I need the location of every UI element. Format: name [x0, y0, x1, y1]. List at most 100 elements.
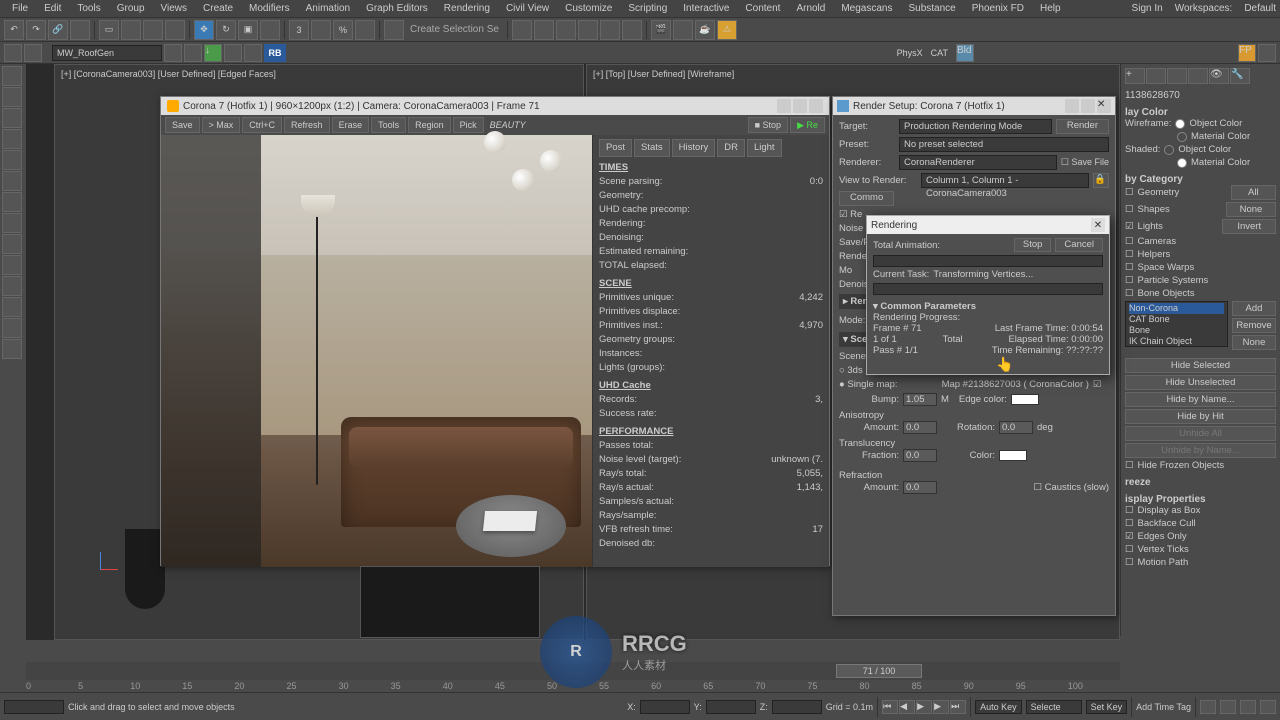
fb-close-button[interactable]	[809, 99, 823, 113]
cmd-lights-check[interactable]: Lights	[1138, 221, 1163, 232]
menu-content[interactable]: Content	[737, 3, 788, 14]
goto-start-button[interactable]: ⏮	[882, 700, 898, 714]
fb-titlebar[interactable]: Corona 7 (Hotfix 1) | 960×1200px (1:2) |…	[161, 97, 829, 115]
rs-titlebar[interactable]: Render Setup: Corona 7 (Hotfix 1) ✕	[833, 97, 1115, 115]
rs-rotation-spinner[interactable]: 0.0	[999, 421, 1033, 434]
menu-animation[interactable]: Animation	[298, 3, 358, 14]
aux-btn-4[interactable]	[184, 44, 202, 62]
menu-help[interactable]: Help	[1032, 3, 1069, 14]
rs-trans-color-swatch[interactable]	[999, 450, 1027, 461]
cmd-wf-mat-radio[interactable]	[1177, 132, 1187, 142]
rs-preset-dropdown[interactable]: No preset selected	[899, 137, 1109, 152]
cmd-unhide-all-button[interactable]: Unhide All	[1125, 426, 1276, 441]
cmd-freeze-h[interactable]: reeze	[1125, 477, 1276, 488]
aux-btn-6[interactable]	[224, 44, 242, 62]
vtool-3[interactable]	[2, 108, 22, 128]
menu-rendering[interactable]: Rendering	[436, 3, 498, 14]
aux-btn-5[interactable]: ↓	[204, 44, 222, 62]
vtool-11[interactable]	[2, 276, 22, 296]
render-frame-button[interactable]	[673, 20, 693, 40]
vtool-6[interactable]	[2, 171, 22, 191]
select-rotate-button[interactable]: ↻	[216, 20, 236, 40]
auto-key-button[interactable]: Auto Key	[975, 700, 1022, 714]
menu-phoenix-fd[interactable]: Phoenix FD	[964, 3, 1032, 14]
menu-group[interactable]: Group	[109, 3, 153, 14]
rs-renderer-dropdown[interactable]: CoronaRenderer	[899, 155, 1057, 170]
goto-end-button[interactable]: ⏭	[950, 700, 966, 714]
fb-tab-history[interactable]: History	[672, 139, 716, 157]
nav-max-button[interactable]	[1260, 700, 1276, 714]
bld-button[interactable]: Bld	[956, 44, 974, 62]
cmd-bone-check[interactable]: Bone Objects	[1138, 288, 1195, 299]
cmd-edges-only-check[interactable]: Edges Only	[1138, 531, 1187, 542]
cmd-tab-create[interactable]: +	[1125, 68, 1145, 84]
rs-target-dropdown[interactable]: Production Rendering Mode	[899, 119, 1052, 134]
menu-edit[interactable]: Edit	[36, 3, 69, 14]
cmd-hide-selected-button[interactable]: Hide Selected	[1125, 358, 1276, 373]
menu-views[interactable]: Views	[153, 3, 196, 14]
rs-map-check[interactable]: ☑	[1093, 379, 1102, 390]
viewport-bottom-preview[interactable]	[360, 566, 540, 638]
cmd-hide-frozen-check[interactable]: Hide Frozen Objects	[1138, 460, 1225, 471]
coord-z-input[interactable]	[772, 700, 822, 714]
cmd-backface-check[interactable]: Backface Cull	[1138, 518, 1196, 529]
prog-stop-button[interactable]: Stop	[1014, 238, 1052, 252]
fb-tab-light[interactable]: Light	[747, 139, 782, 157]
undo-button[interactable]: ↶	[4, 20, 24, 40]
spinner-snap-button[interactable]	[355, 20, 375, 40]
prog-cancel-button[interactable]: Cancel	[1055, 238, 1103, 252]
maxscript-listener[interactable]	[4, 700, 64, 714]
cmd-sh-obj-radio[interactable]	[1164, 145, 1174, 155]
rs-single-map-radio[interactable]: Single map:	[847, 379, 897, 390]
angle-snap-button[interactable]	[311, 20, 331, 40]
vtool-14[interactable]	[2, 339, 22, 359]
cmd-all-button[interactable]: All	[1231, 185, 1276, 200]
prog-common-params-h[interactable]: ▾ Common Parameters	[873, 301, 1103, 312]
physx-label[interactable]: PhysX	[897, 48, 923, 58]
cmd-tab-utilities[interactable]: 🔧	[1230, 68, 1250, 84]
cmd-hide-unselected-button[interactable]: Hide Unselected	[1125, 375, 1276, 390]
menu-interactive[interactable]: Interactive	[675, 3, 737, 14]
cmd-unhide-by-name-button[interactable]: Unhide by Name...	[1125, 443, 1276, 458]
cmd-motion-path-check[interactable]: Motion Path	[1138, 557, 1189, 568]
set-key-button[interactable]: Set Key	[1086, 700, 1128, 714]
fb-erase-button[interactable]: Erase	[332, 117, 370, 133]
rs-caustics-check[interactable]: Caustics (slow)	[1045, 482, 1109, 493]
vtool-13[interactable]	[2, 318, 22, 338]
vtool-10[interactable]	[2, 255, 22, 275]
select-scale-button[interactable]: ▣	[238, 20, 258, 40]
nav-zoom-button[interactable]	[1220, 700, 1236, 714]
fb-tab-post[interactable]: Post	[599, 139, 632, 157]
cmd-spacewarps-check[interactable]: Space Warps	[1138, 262, 1195, 273]
aux-btn-3[interactable]	[164, 44, 182, 62]
fb-pass-dropdown[interactable]: BEAUTY	[486, 120, 746, 130]
menu-customize[interactable]: Customize	[557, 3, 620, 14]
vtool-4[interactable]	[2, 129, 22, 149]
coord-y-input[interactable]	[706, 700, 756, 714]
aux-btn-7[interactable]	[244, 44, 262, 62]
key-filter-dropdown[interactable]: Selecte	[1026, 700, 1082, 714]
cmd-tab-modify[interactable]	[1146, 68, 1166, 84]
fb-to-max-button[interactable]: > Max	[202, 117, 241, 133]
menu-modifiers[interactable]: Modifiers	[241, 3, 298, 14]
cmd-sh-mat-radio[interactable]	[1177, 158, 1187, 168]
viewport-camera-label[interactable]: [+] [CoronaCamera003] [User Defined] [Ed…	[61, 69, 276, 79]
cmd-hide-by-name-button[interactable]: Hide by Name...	[1125, 392, 1276, 407]
fb-refresh-button[interactable]: Refresh	[284, 117, 330, 133]
aux-btn-2[interactable]	[24, 44, 42, 62]
menu-civil-view[interactable]: Civil View	[498, 3, 557, 14]
cmd-category-list[interactable]: Non-Corona CAT Bone Bone IK Chain Object…	[1125, 301, 1228, 347]
menu-arnold[interactable]: Arnold	[788, 3, 833, 14]
prog-close-button[interactable]: ✕	[1091, 218, 1105, 232]
rs-save-file-check[interactable]: Save File	[1071, 157, 1109, 167]
fb-render-image[interactable]	[161, 135, 593, 567]
rs-close-button[interactable]: ✕	[1097, 99, 1111, 113]
menu-substance[interactable]: Substance	[900, 3, 963, 14]
fp-button[interactable]: FP	[1238, 44, 1256, 62]
menu-create[interactable]: Create	[195, 3, 241, 14]
fb-maximize-button[interactable]	[793, 99, 807, 113]
fb-render-button[interactable]: ▶ Re	[790, 117, 825, 133]
aux-last-button[interactable]	[1258, 44, 1276, 62]
vtool-5[interactable]	[2, 150, 22, 170]
nav-orbit-button[interactable]	[1240, 700, 1256, 714]
